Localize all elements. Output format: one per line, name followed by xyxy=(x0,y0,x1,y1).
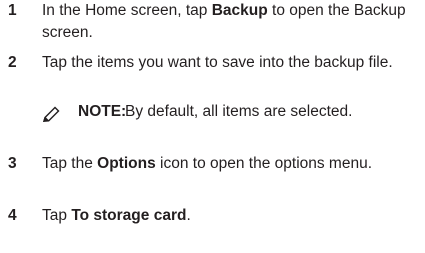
note-pencil-icon xyxy=(42,105,62,123)
step-3-number: 3 xyxy=(8,155,17,172)
step-4-text-before: Tap xyxy=(42,207,72,224)
step-4-text: Tap To storage card. xyxy=(42,205,422,227)
instruction-steps: 1 In the Home screen, tap Backup to open… xyxy=(0,0,425,253)
step-3-text-after: icon to open the options menu. xyxy=(155,155,373,172)
step-3-emphasis: Options xyxy=(97,155,156,172)
note: NOTE: By default, all items are selected… xyxy=(42,101,422,125)
step-1-number: 1 xyxy=(8,2,17,19)
step-4-emphasis: To storage card xyxy=(71,207,187,224)
step-1-text: In the Home screen, tap Backup to open t… xyxy=(42,0,422,44)
step-1-text-before: In the Home screen, tap xyxy=(42,2,212,19)
step-4-number: 4 xyxy=(8,207,17,224)
step-1-emphasis: Backup xyxy=(211,2,268,19)
step-4-text-after: . xyxy=(186,207,191,224)
step-3-text-before: Tap the xyxy=(42,155,98,172)
step-2-number: 2 xyxy=(8,54,17,71)
note-label: NOTE: xyxy=(78,103,127,120)
step-3-text: Tap the Options icon to open the options… xyxy=(42,153,422,175)
note-text: By default, all items are selected. xyxy=(125,103,353,120)
step-2-text: Tap the items you want to save into the … xyxy=(42,54,393,71)
